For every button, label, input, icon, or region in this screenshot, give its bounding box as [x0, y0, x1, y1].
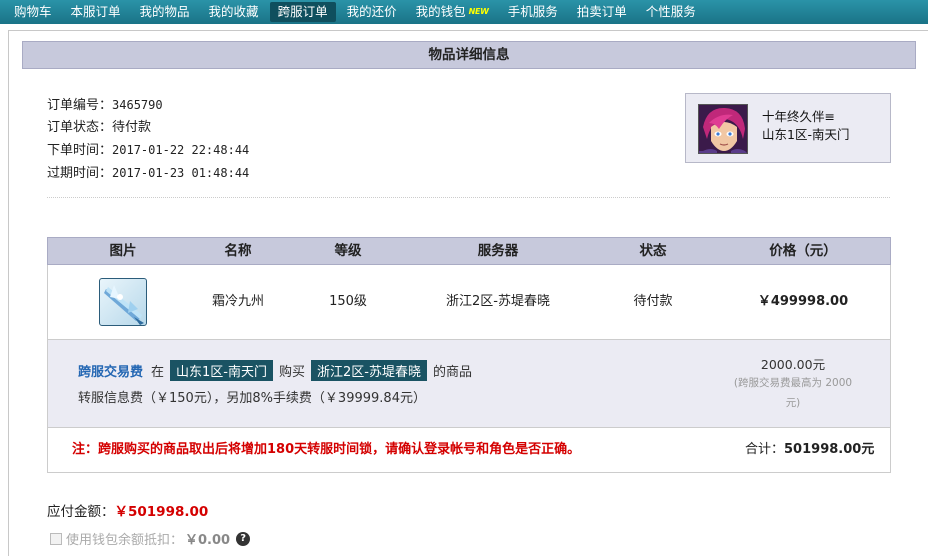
- sword-icon[interactable]: [99, 278, 147, 326]
- role-card: 十年终久伴≡ 山东1区-南天门: [685, 93, 891, 163]
- order-info: 订单编号：3465790 订单状态：待付款 下单时间：2017-01-22 22…: [47, 94, 249, 185]
- order-status: 待付款: [112, 120, 152, 135]
- header-name: 名称: [224, 243, 252, 259]
- to-server-tag: 浙江2区-苏堤春晓: [311, 360, 427, 381]
- new-badge: NEW: [468, 7, 489, 16]
- help-icon[interactable]: ?: [236, 531, 251, 546]
- item-level: 150级: [329, 294, 367, 309]
- avatar: [698, 104, 748, 154]
- nav-cross-server-orders[interactable]: 跨服订单: [269, 2, 336, 22]
- order-id-label: 订单编号：: [47, 98, 113, 113]
- table-header: 图片 名称 等级 服务器 状态 价格（元）: [47, 237, 891, 265]
- item-name[interactable]: 霜冷九州: [193, 265, 283, 338]
- cross-server-fee-link[interactable]: 跨服交易费: [78, 361, 143, 380]
- role-server: 山东1区-南天门: [762, 127, 850, 142]
- fee-detail: 转服信息费（￥150元），另加8%手续费（￥39999.84元）: [78, 391, 426, 406]
- payable-label: 应付金额：: [47, 504, 115, 520]
- from-server-tag: 山东1区-南天门: [170, 360, 273, 381]
- fee-box: 跨服交易费 在 山东1区-南天门 购买 浙江2区-苏堤春晓 的商品 转服信息费（…: [47, 340, 891, 428]
- item-server: 浙江2区-苏堤春晓: [446, 294, 550, 309]
- item-status: 待付款: [633, 294, 673, 309]
- header-level: 等级: [334, 243, 362, 259]
- warning-text: 注：跨服购买的商品取出后将增加180天转服时间锁，请确认登录帐号和角色是否正确。: [72, 442, 581, 457]
- header-price: 价格（元）: [769, 243, 837, 259]
- nav-personal-service[interactable]: 个性服务: [638, 2, 704, 22]
- wallet-deduct-checkbox[interactable]: [50, 532, 62, 545]
- fee-line: 跨服交易费 在 山东1区-南天门 购买 浙江2区-苏堤春晓 的商品: [78, 360, 472, 381]
- item-price: ￥499998.00: [757, 294, 849, 309]
- nav-cart[interactable]: 购物车: [6, 2, 60, 22]
- warning-box: 注：跨服购买的商品取出后将增加180天转服时间锁，请确认登录帐号和角色是否正确。…: [47, 428, 891, 473]
- nav-wallet-label: 我的钱包: [415, 4, 466, 19]
- nav-wallet[interactable]: 我的钱包 NEW: [408, 2, 497, 22]
- total: 合计：501998.00元: [745, 428, 874, 472]
- page-title: 物品详细信息: [22, 41, 916, 69]
- item-image: [104, 285, 144, 325]
- table-row: 霜冷九州 150级 浙江2区-苏堤春晓 待付款 ￥499998.00: [47, 265, 891, 340]
- nav-mobile-service[interactable]: 手机服务: [500, 2, 566, 22]
- order-created-label: 下单时间：: [47, 143, 113, 158]
- total-value: 501998.00元: [784, 442, 875, 457]
- order-expire: 2017-01-23 01:48:44: [112, 166, 250, 180]
- fee-note: (跨服交易费最高为 2000元): [733, 377, 853, 409]
- fee-summary: 2000.00元 (跨服交易费最高为 2000元): [728, 354, 858, 413]
- header-image: 图片: [109, 243, 137, 259]
- fee-suffix-text: 的商品: [432, 365, 472, 380]
- divider: [47, 197, 890, 198]
- wallet-deduct-label: 使用钱包余额抵扣：: [66, 533, 184, 548]
- order-expire-label: 过期时间：: [47, 166, 113, 181]
- header-status: 状态: [639, 243, 667, 259]
- nav-server-orders[interactable]: 本服订单: [63, 2, 129, 22]
- header-server: 服务器: [477, 243, 519, 259]
- nav-auction-orders[interactable]: 拍卖订单: [569, 2, 635, 22]
- nav-my-items[interactable]: 我的物品: [132, 2, 198, 22]
- fee-in-text: 在: [151, 365, 165, 380]
- order-id: 3465790: [112, 98, 163, 112]
- payable-amount: 应付金额：￥501998.00: [47, 500, 208, 520]
- character-portrait-icon: [699, 105, 747, 153]
- item-table: 图片 名称 等级 服务器 状态 价格（元） 霜冷九州 150级 浙江2区-苏堤春…: [47, 237, 891, 473]
- nav-favorites[interactable]: 我的收藏: [201, 2, 267, 22]
- total-label: 合计：: [745, 442, 785, 457]
- wallet-deduct: 使用钱包余额抵扣： ￥0.00 ?: [50, 529, 251, 548]
- wallet-deduct-value: ￥0.00: [185, 533, 231, 548]
- nav-counter-offers[interactable]: 我的还价: [339, 2, 405, 22]
- fee-amount: 2000.00元: [760, 357, 826, 372]
- order-status-label: 订单状态：: [47, 120, 113, 135]
- order-created: 2017-01-22 22:48:44: [112, 143, 250, 157]
- payable-value: ￥501998.00: [114, 504, 209, 520]
- role-name: 十年终久伴≡: [762, 109, 835, 124]
- fee-buy-text: 购买: [279, 365, 306, 380]
- top-nav: 购物车 本服订单 我的物品 我的收藏 跨服订单 我的还价 我的钱包 NEW 手机服…: [0, 0, 928, 24]
